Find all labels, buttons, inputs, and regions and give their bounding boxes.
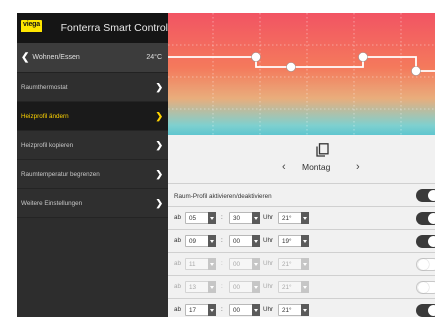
schedule-panel: ‹ Montag › Raum-Profil aktivieren/deakti…	[168, 135, 435, 317]
chart-gridlines	[168, 13, 435, 135]
chevron-right-icon: ❯	[155, 139, 163, 150]
minute-value: 00	[233, 238, 241, 245]
hour-value: 05	[189, 215, 197, 222]
sidebar-item-label: Weitere Einstellungen	[21, 199, 83, 207]
app-header: viega Fonterra Smart Control	[17, 13, 168, 43]
row-prefix: ab	[174, 214, 182, 221]
schedule-row: ab 11 : 00 Uhr 21°	[168, 253, 435, 275]
hour-value: 11	[189, 261, 196, 268]
minute-value: 00	[233, 284, 241, 291]
profile-graph	[168, 13, 435, 135]
profile-handle[interactable]	[251, 52, 261, 62]
profile-activate-label: Raum-Profil aktivieren/deaktivieren	[174, 193, 272, 200]
chevron-right-icon: ❯	[155, 81, 163, 92]
room-name: Wohnen/Essen	[32, 54, 80, 61]
chevron-down-icon[interactable]	[252, 258, 260, 270]
schedule-row: ab 05 : 30 Uhr 21°	[168, 207, 435, 229]
temperature-value: 21°	[282, 307, 292, 314]
time-unit: Uhr	[263, 260, 274, 267]
minute-value: 30	[233, 215, 241, 222]
row-enable-toggle[interactable]	[416, 304, 435, 317]
time-separator: :	[221, 237, 223, 244]
row-enable-toggle[interactable]	[416, 281, 435, 294]
hour-value: 09	[189, 238, 197, 245]
schedule-row: ab 17 : 00 Uhr 21°	[168, 299, 435, 317]
chevron-down-icon[interactable]	[301, 304, 309, 316]
time-unit: Uhr	[263, 214, 274, 221]
profile-handle[interactable]	[358, 52, 368, 62]
hour-value: 13	[189, 284, 197, 291]
time-separator: :	[221, 306, 223, 313]
chevron-down-icon[interactable]	[252, 304, 260, 316]
sidebar-item-label: Raumthermostat	[21, 83, 68, 91]
room-back-button[interactable]: ❮ Wohnen/Essen 24°C	[17, 43, 168, 73]
previous-day-button[interactable]: ‹	[282, 161, 286, 173]
sidebar-item-heizprofil-aendern[interactable]: Heizprofil ändern ❯	[17, 102, 168, 131]
chevron-left-icon: ❮	[21, 52, 30, 63]
day-navigation: ‹ Montag ›	[168, 161, 435, 175]
next-day-button[interactable]: ›	[356, 161, 360, 173]
chevron-down-icon[interactable]	[208, 258, 216, 270]
hour-value: 17	[189, 307, 197, 314]
schedule-row: ab 09 : 00 Uhr 19°	[168, 230, 435, 252]
sidebar-item-weitere-einstellungen[interactable]: Weitere Einstellungen ❯	[17, 189, 168, 218]
row-enable-toggle[interactable]	[416, 212, 435, 225]
sidebar-item-raumtemperatur-begrenzen[interactable]: Raumtemperatur begrenzen ❯	[17, 160, 168, 189]
chevron-right-icon: ❯	[155, 110, 163, 121]
row-prefix: ab	[174, 237, 182, 244]
time-separator: :	[221, 260, 223, 267]
time-separator: :	[221, 283, 223, 290]
profile-handle[interactable]	[286, 62, 296, 72]
chevron-down-icon[interactable]	[301, 258, 309, 270]
chevron-down-icon[interactable]	[301, 235, 309, 247]
time-unit: Uhr	[263, 306, 274, 313]
minute-value: 00	[233, 261, 241, 268]
row-enable-toggle[interactable]	[416, 258, 435, 271]
temperature-value: 19°	[282, 238, 292, 245]
temperature-value: 21°	[282, 215, 292, 222]
divider	[168, 183, 435, 184]
chevron-down-icon[interactable]	[252, 281, 260, 293]
profile-handle[interactable]	[411, 66, 421, 76]
time-unit: Uhr	[263, 237, 274, 244]
room-temperature: 24°C	[146, 54, 162, 61]
viega-logo: viega	[21, 20, 42, 36]
minute-value: 00	[233, 307, 241, 314]
chevron-right-icon: ❯	[155, 197, 163, 208]
schedule-row: ab 13 : 00 Uhr 21°	[168, 276, 435, 298]
chevron-down-icon[interactable]	[301, 281, 309, 293]
chevron-down-icon[interactable]	[208, 281, 216, 293]
profile-line	[168, 56, 435, 72]
time-separator: :	[221, 214, 223, 221]
profile-activate-toggle[interactable]	[416, 189, 435, 202]
row-prefix: ab	[174, 260, 182, 267]
chevron-down-icon[interactable]	[252, 235, 260, 247]
chevron-down-icon[interactable]	[301, 212, 309, 224]
chevron-down-icon[interactable]	[208, 304, 216, 316]
sidebar-item-label: Raumtemperatur begrenzen	[21, 170, 100, 178]
app-title: Fonterra Smart Control	[60, 22, 168, 34]
temperature-value: 21°	[282, 284, 292, 291]
copy-icon[interactable]	[316, 143, 329, 157]
sidebar-item-label: Heizprofil ändern	[21, 112, 69, 120]
heating-profile-chart	[168, 13, 435, 135]
sidebar: viega Fonterra Smart Control ❮ Wohnen/Es…	[17, 13, 168, 317]
row-prefix: ab	[174, 306, 182, 313]
sidebar-item-heizprofil-kopieren[interactable]: Heizprofil kopieren ❯	[17, 131, 168, 160]
sidebar-item-label: Heizprofil kopieren	[21, 141, 74, 149]
logo-text: viega	[23, 21, 40, 28]
row-enable-toggle[interactable]	[416, 235, 435, 248]
chevron-down-icon[interactable]	[208, 235, 216, 247]
day-label: Montag	[302, 162, 331, 172]
chevron-right-icon: ❯	[155, 168, 163, 179]
time-unit: Uhr	[263, 283, 274, 290]
chevron-down-icon[interactable]	[252, 212, 260, 224]
chevron-down-icon[interactable]	[208, 212, 216, 224]
sidebar-item-raumthermostat[interactable]: Raumthermostat ❯	[17, 73, 168, 102]
temperature-value: 21°	[282, 261, 292, 268]
row-prefix: ab	[174, 283, 182, 290]
